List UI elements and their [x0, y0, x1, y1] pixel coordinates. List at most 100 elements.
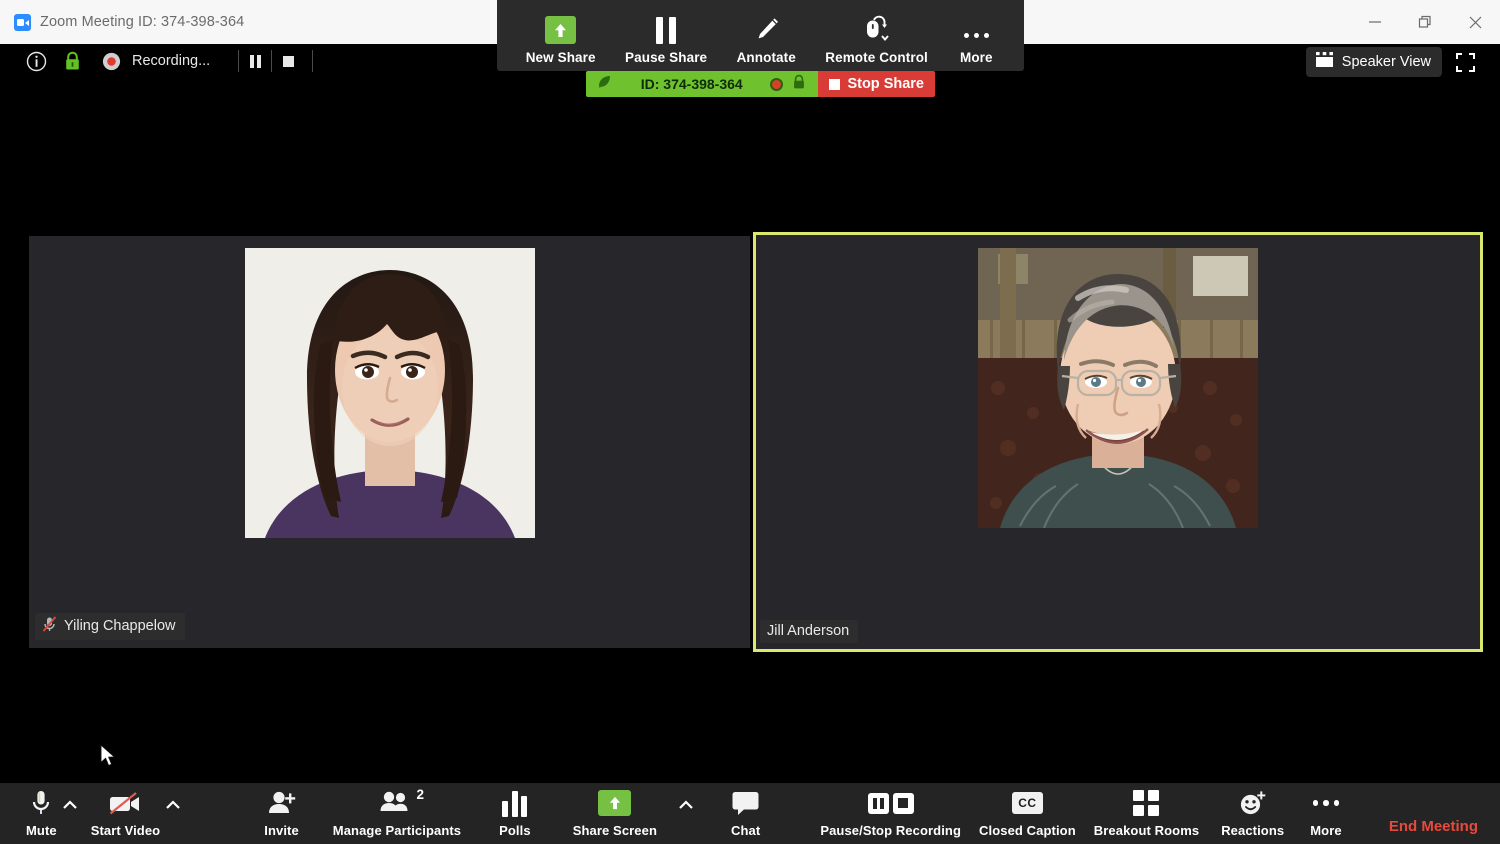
more-button[interactable]: More — [1310, 783, 1341, 844]
recording-dot-icon — [770, 78, 783, 91]
end-meeting-button[interactable]: End Meeting — [1389, 783, 1478, 844]
chat-button[interactable]: Chat — [731, 783, 760, 844]
meeting-controls-bar: Mute Start Video — [0, 783, 1500, 844]
breakout-rooms-label: Breakout Rooms — [1094, 823, 1199, 838]
closed-caption-label: Closed Caption — [979, 823, 1076, 838]
speaker-view-icon — [1315, 51, 1334, 73]
recording-dot-icon — [102, 52, 121, 71]
manage-participants-label: Manage Participants — [333, 823, 461, 838]
new-share-upload-icon — [545, 14, 576, 44]
stop-square-icon — [829, 79, 840, 90]
speaker-view-label: Speaker View — [1342, 54, 1431, 70]
end-meeting-label: End Meeting — [1389, 818, 1478, 835]
recording-status-text: Recording... — [132, 53, 210, 69]
mute-button[interactable]: Mute — [26, 783, 57, 844]
titlebar-left: Zoom Meeting ID: 374-398-364 — [0, 14, 244, 31]
close-icon[interactable] — [1450, 0, 1500, 44]
share-screen-upload-icon — [598, 788, 631, 818]
invite-button[interactable]: Invite — [264, 783, 299, 844]
stop-share-button[interactable]: Stop Share — [818, 71, 935, 97]
chat-bubble-icon — [731, 788, 760, 818]
mouse-remote-control-icon — [859, 14, 895, 44]
invite-label: Invite — [264, 823, 299, 838]
window-title: Zoom Meeting ID: 374-398-364 — [40, 14, 244, 30]
restore-icon[interactable] — [1400, 0, 1450, 44]
share-screen-button[interactable]: Share Screen — [573, 783, 657, 844]
more-label: More — [1310, 823, 1341, 838]
participant-name: Yiling Chappelow — [64, 618, 176, 634]
meeting-area: Recording... — [0, 44, 1500, 844]
start-video-label: Start Video — [91, 823, 161, 838]
more-dots-icon — [964, 14, 989, 44]
poll-bars-icon — [502, 788, 527, 818]
reactions-label: Reactions — [1221, 823, 1284, 838]
pause-stop-recording-icon — [868, 788, 914, 818]
mute-label: Mute — [26, 823, 57, 838]
divider — [312, 50, 313, 72]
manage-participants-button[interactable]: 2 Manage Participants — [333, 783, 461, 844]
pause-share-label: Pause Share — [625, 50, 707, 65]
reactions-button[interactable]: Reactions — [1221, 783, 1284, 844]
pencil-icon — [753, 14, 780, 44]
pause-recording-button[interactable] — [239, 55, 271, 68]
share-more-label: More — [960, 50, 993, 65]
pause-icon — [656, 14, 676, 44]
annotate-button[interactable]: Annotate — [729, 14, 804, 65]
leaf-icon — [596, 74, 613, 95]
breakout-rooms-grid-icon — [1133, 788, 1159, 818]
annotate-label: Annotate — [737, 50, 796, 65]
view-controls: Speaker View — [1306, 44, 1478, 80]
participant-tile[interactable]: Yiling Chappelow — [29, 236, 750, 648]
stop-share-label: Stop Share — [847, 76, 924, 92]
window-controls — [1350, 0, 1500, 44]
pause-share-button[interactable]: Pause Share — [617, 14, 715, 65]
start-video-button[interactable]: Start Video — [91, 783, 161, 844]
participants-count-badge: 2 — [416, 787, 424, 802]
share-screen-label: Share Screen — [573, 823, 657, 838]
new-share-label: New Share — [526, 50, 596, 65]
participant-video — [978, 248, 1258, 528]
green-lock-icon[interactable] — [63, 51, 82, 72]
remote-control-button[interactable]: Remote Control — [817, 14, 936, 65]
add-person-icon — [267, 788, 297, 818]
meeting-id-green-section: ID: 374-398-364 — [586, 71, 818, 97]
mouse-pointer-icon — [100, 744, 117, 773]
lock-icon — [792, 74, 806, 95]
participant-name: Jill Anderson — [767, 623, 849, 639]
chat-label: Chat — [731, 823, 760, 838]
video-options-chevron-icon[interactable] — [160, 783, 186, 844]
polls-label: Polls — [499, 823, 531, 838]
minimize-icon[interactable] — [1350, 0, 1400, 44]
info-icon[interactable] — [26, 51, 47, 72]
pause-stop-recording-label: Pause/Stop Recording — [820, 823, 961, 838]
zoom-camera-icon — [14, 14, 31, 31]
meeting-id-pill: ID: 374-398-364 Stop Share — [586, 71, 935, 97]
audio-options-chevron-icon[interactable] — [57, 783, 83, 844]
polls-button[interactable]: Polls — [499, 783, 531, 844]
share-more-button[interactable]: More — [949, 14, 1003, 65]
pause-stop-recording-button[interactable]: Pause/Stop Recording — [820, 783, 961, 844]
participant-name-label: Yiling Chappelow — [35, 613, 185, 640]
cc-icon: CC — [1012, 788, 1043, 818]
stop-recording-button[interactable] — [272, 56, 304, 67]
reactions-smiley-icon — [1238, 788, 1268, 818]
screen-share-toolbar: New Share Pause Share Annotate — [497, 0, 1024, 71]
new-share-button[interactable]: New Share — [518, 14, 604, 65]
speaker-view-button[interactable]: Speaker View — [1306, 47, 1442, 77]
recording-status-bar: Recording... — [0, 44, 313, 78]
fullscreen-icon[interactable] — [1452, 49, 1478, 75]
closed-caption-button[interactable]: CC Closed Caption — [979, 783, 1076, 844]
participant-name-label: Jill Anderson — [760, 620, 858, 643]
breakout-rooms-button[interactable]: Breakout Rooms — [1094, 783, 1199, 844]
more-dots-icon — [1313, 788, 1340, 818]
zoom-meeting-window: Zoom Meeting ID: 374-398-364 — [0, 0, 1500, 844]
remote-control-label: Remote Control — [825, 50, 928, 65]
meeting-id-text: ID: 374-398-364 — [613, 76, 770, 92]
participant-tile[interactable]: Jill Anderson — [753, 232, 1483, 652]
microphone-icon — [30, 788, 52, 818]
participant-video — [245, 248, 535, 538]
participants-icon: 2 — [380, 788, 414, 818]
share-options-chevron-icon[interactable] — [673, 783, 699, 844]
video-off-icon — [108, 788, 142, 818]
muted-microphone-icon — [42, 616, 57, 636]
